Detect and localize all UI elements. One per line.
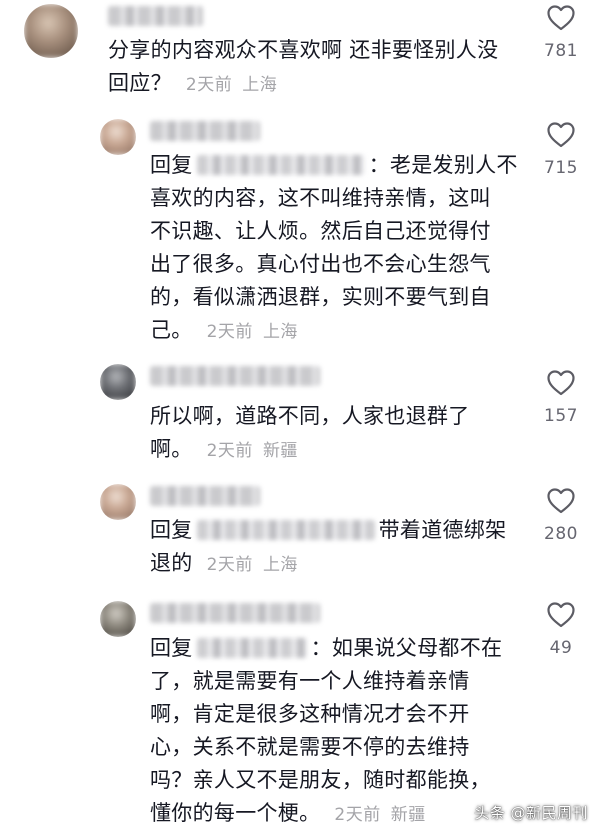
heart-outline-icon: [547, 370, 575, 396]
avatar[interactable]: [100, 364, 136, 400]
username-redacted[interactable]: [108, 6, 203, 26]
comment-text: 回复 带着道德绑架 退的 2天前 上海: [150, 514, 530, 582]
comment-location: 新疆: [390, 805, 426, 825]
like-button[interactable]: 715: [531, 122, 591, 178]
avatar-image: [100, 601, 136, 637]
username-redacted[interactable]: [150, 121, 260, 141]
like-button[interactable]: 280: [531, 488, 591, 544]
comment-time: 2天前: [334, 805, 381, 825]
comment-line: 带着道德绑架: [378, 518, 507, 542]
comment-time: 2天前: [206, 322, 253, 342]
comment-line: 啊。: [150, 437, 193, 461]
like-count: 715: [544, 158, 578, 178]
reply-label: 回复: [150, 153, 193, 177]
comment-text: 所以啊，道路不同，人家也退群了 啊。 2天前 新疆: [150, 400, 530, 468]
comment-meta: 2天前 上海: [207, 316, 298, 349]
avatar[interactable]: [100, 484, 136, 520]
comment-meta: 2天前 新疆: [334, 799, 425, 831]
comment-line: 啊，肯定是很多这种情况才会不开: [150, 702, 470, 726]
comment-line: 己。: [150, 318, 193, 342]
avatar[interactable]: [100, 601, 136, 637]
avatar-image: [100, 364, 136, 400]
reply-item: 所以啊，道路不同，人家也退群了 啊。 2天前 新疆 157: [0, 360, 600, 480]
like-count: 157: [544, 406, 578, 426]
like-button[interactable]: 49: [531, 602, 591, 658]
comment-meta: 2天前 上海: [186, 69, 277, 102]
username-redacted[interactable]: [150, 603, 320, 623]
comment-text: 回复 ：老是发别人不 喜欢的内容，这不叫维持亲情，这叫 不识趣、让人烦。然后自己还…: [150, 149, 530, 349]
reply-label: 回复: [150, 636, 193, 660]
comment-line: ：老是发别人不: [368, 153, 518, 177]
reply-target-redacted[interactable]: [196, 155, 365, 175]
comment-line: ：如果说父母都不在: [310, 636, 503, 660]
username-redacted[interactable]: [150, 486, 260, 506]
comment-line: 所以啊，道路不同，人家也退群了: [150, 404, 470, 428]
comment-line: 了，就是需要有一个人维持着亲情: [150, 669, 470, 693]
comment-line: 的，看似潇洒退群，实则不要气到自: [150, 285, 491, 309]
heart-outline-icon: [547, 602, 575, 628]
comment-line: 喜欢的内容，这不叫维持亲情，这叫: [150, 186, 491, 210]
reply-item: 回复 ：老是发别人不 喜欢的内容，这不叫维持亲情，这叫 不识趣、让人烦。然后自己还…: [0, 115, 600, 360]
watermark: 头条 @新民周刊: [474, 804, 588, 822]
comment-text: 分享的内容观众不喜欢啊 还非要怪别人没 回应？ 2天前 上海: [108, 34, 528, 102]
reply-label: 回复: [150, 518, 193, 542]
comment-line: 懂你的每一个梗。: [150, 801, 321, 825]
like-count: 280: [544, 524, 578, 544]
comment-thread: 分享的内容观众不喜欢啊 还非要怪别人没 回应？ 2天前 上海 781 回复 ：老是发别…: [0, 0, 600, 831]
reply-item: 回复 带着道德绑架 退的 2天前 上海 280: [0, 480, 600, 595]
comment-line: 心，关系不就是需要不停的去维持: [150, 735, 470, 759]
username-redacted[interactable]: [150, 366, 320, 386]
comment-location: 上海: [262, 555, 298, 575]
avatar[interactable]: [24, 4, 78, 58]
like-button[interactable]: 781: [531, 5, 591, 61]
comment-meta: 2天前 新疆: [207, 435, 298, 468]
reply-target-redacted[interactable]: [196, 520, 375, 540]
avatar-image: [100, 484, 136, 520]
heart-outline-icon: [547, 122, 575, 148]
comment-time: 2天前: [185, 75, 233, 95]
comment-line: 分享的内容观众不喜欢啊 还非要怪别人没: [108, 38, 499, 62]
heart-outline-icon: [547, 5, 575, 31]
avatar-image: [24, 4, 78, 58]
comment-line: 回应？: [108, 71, 172, 95]
comment-meta: 2天前 上海: [207, 549, 298, 582]
reply-target-redacted[interactable]: [196, 638, 307, 658]
comment-time: 2天前: [206, 441, 253, 461]
comment-line: 出了很多。真心付出也不会心生怨气: [150, 252, 491, 276]
comment-location: 新疆: [262, 441, 298, 461]
avatar[interactable]: [100, 119, 136, 155]
like-count: 49: [549, 638, 573, 658]
comment-line: 吗？亲人又不是朋友，随时都能换，: [150, 768, 491, 792]
comment-line: 退的: [150, 551, 193, 575]
heart-outline-icon: [547, 488, 575, 514]
reply-item: 回复 ：如果说父母都不在 了，就是需要有一个人维持着亲情 啊，肯定是很多这种情况才…: [0, 595, 600, 831]
comment-line: 不识趣、让人烦。然后自己还觉得付: [150, 219, 491, 243]
comment-location: 上海: [242, 75, 278, 95]
comment-item: 分享的内容观众不喜欢啊 还非要怪别人没 回应？ 2天前 上海 781: [0, 0, 600, 115]
like-button[interactable]: 157: [531, 370, 591, 426]
comment-location: 上海: [262, 322, 298, 342]
avatar-image: [100, 119, 136, 155]
comment-time: 2天前: [206, 555, 253, 575]
like-count: 781: [544, 41, 578, 61]
